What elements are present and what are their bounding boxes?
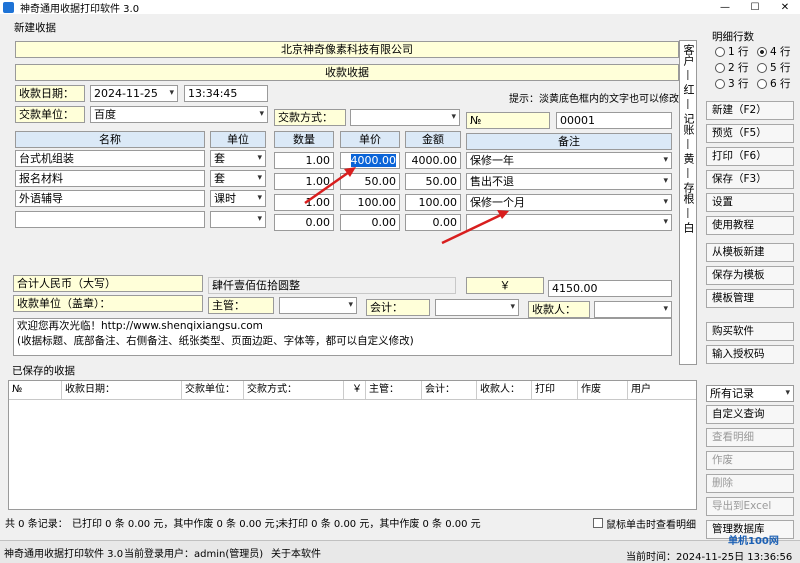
manager-label[interactable]: 主管： (208, 297, 274, 314)
grid-col-manager[interactable]: 主管： (366, 381, 422, 399)
footer-note[interactable]: 欢迎您再次光临！http://www.shenqixiangsu.com (收据… (13, 318, 672, 356)
license-button[interactable]: 输入授权码 (706, 345, 794, 364)
grid-col-accountant[interactable]: 会计： (422, 381, 477, 399)
preview-button[interactable]: 预览（F5） (706, 124, 794, 143)
about-link[interactable]: 关于本软件 (271, 545, 321, 560)
accountant-select[interactable] (435, 299, 519, 316)
total-label[interactable]: 合计人民币（大写） (13, 275, 203, 292)
record-filter-select[interactable]: 所有记录 (706, 385, 794, 402)
export-excel-button[interactable]: 导出到Excel (706, 497, 794, 516)
status-time: 当前时间：2024-11-25日 13:36:56 (626, 552, 793, 563)
summary-printed: 已打印 0 条 0.00 元，其中作废 0 条 0.00 元； (72, 519, 285, 530)
rowcount-5[interactable]: 5 行 (757, 60, 791, 75)
rowcount-label: 明细行数 (712, 31, 754, 43)
grid-col-payer[interactable]: 交款单位： (182, 381, 244, 399)
grid-col-date[interactable]: 收款日期： (62, 381, 182, 399)
delete-button[interactable]: 删除 (706, 474, 794, 493)
void-button[interactable]: 作废 (706, 451, 794, 470)
rowcount-4[interactable]: 4 行 (757, 44, 791, 59)
watermark-logo: 单机100网 (728, 536, 779, 547)
rowcount-2[interactable]: 2 行 (715, 60, 749, 75)
rowcount-6[interactable]: 6 行 (757, 76, 791, 91)
custom-query-button[interactable]: 自定义查询 (706, 405, 794, 424)
grid-col-printed[interactable]: 打印 (532, 381, 578, 399)
click-detail-checkbox[interactable] (593, 518, 603, 528)
receiver-select[interactable] (594, 301, 672, 318)
saved-group-label: 已保存的收据 (12, 365, 75, 377)
total-words: 肆仟壹佰伍拾圆整 (208, 277, 456, 294)
view-detail-button[interactable]: 查看明细 (706, 428, 794, 447)
grid-col-no[interactable]: № (9, 381, 62, 399)
total-value: 4150.00 (548, 280, 672, 297)
from-template-button[interactable]: 从模板新建 (706, 243, 794, 262)
grid-col-receiver[interactable]: 收款人： (477, 381, 532, 399)
stamp-label[interactable]: 收款单位（盖章）： (13, 295, 203, 312)
buy-button[interactable]: 购买软件 (706, 322, 794, 341)
click-detail-label: 鼠标单击时查看明细 (606, 520, 696, 531)
new-button[interactable]: 新建（F2） (706, 101, 794, 120)
rowcount-1[interactable]: 1 行 (715, 44, 749, 59)
grid-col-amount[interactable]: ￥ (344, 381, 366, 399)
summary-unprinted: 未打印 0 条 0.00 元，其中作废 0 条 0.00 元 (278, 519, 481, 530)
tutorial-button[interactable]: 使用教程 (706, 216, 794, 235)
grid-col-method[interactable]: 交款方式： (244, 381, 344, 399)
copy-side-note[interactable]: 客户 — 红 — 记账 — 黄 — 存根 — 白 (679, 40, 697, 365)
status-user: 当前登录用户：admin(管理员) (124, 549, 264, 560)
save-template-button[interactable]: 保存为模板 (706, 266, 794, 285)
settings-button[interactable]: 设置 (706, 193, 794, 212)
manager-select[interactable] (279, 297, 357, 314)
rowcount-3[interactable]: 3 行 (715, 76, 749, 91)
accountant-label[interactable]: 会计： (366, 299, 430, 316)
save-button[interactable]: 保存（F3） (706, 170, 794, 189)
grid-col-void[interactable]: 作废 (578, 381, 628, 399)
receiver-label[interactable]: 收款人： (528, 301, 590, 318)
grid-col-user[interactable]: 用户 (628, 381, 696, 399)
summary-count: 共 0 条记录： (5, 519, 68, 530)
currency-label[interactable]: ￥ (466, 277, 544, 294)
status-app: 神奇通用收据打印软件 3.0 (4, 549, 124, 560)
print-button[interactable]: 打印（F6） (706, 147, 794, 166)
manage-template-button[interactable]: 模板管理 (706, 289, 794, 308)
